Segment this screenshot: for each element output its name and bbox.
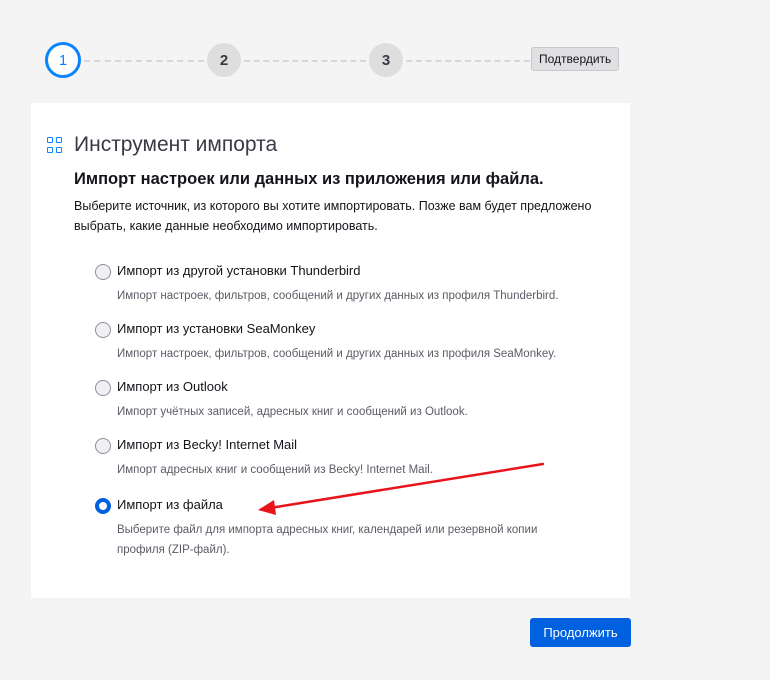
stepper-connector [406, 60, 530, 62]
card-header: Инструмент импорта [47, 133, 277, 157]
option-label: Импорт из Becky! Internet Mail [117, 437, 298, 452]
radio-outlook[interactable] [95, 380, 111, 396]
option-description: Импорт учётных записей, адресных книг и … [117, 406, 468, 418]
step-3-indicator: 3 [369, 43, 403, 77]
page-title: Инструмент импорта [74, 133, 278, 156]
option-label: Импорт из другой установки Thunderbird [117, 263, 361, 278]
option-description: Импорт настроек, фильтров, сообщений и д… [117, 348, 557, 360]
section-heading: Импорт настроек или данных из приложения… [74, 170, 544, 188]
radio-becky[interactable] [95, 438, 111, 454]
option-label: Импорт из Outlook [117, 379, 228, 394]
option-label: Импорт из установки SeaMonkey [117, 321, 316, 336]
stepper-connector [84, 60, 204, 62]
option-description: Импорт адресных книг и сообщений из Beck… [117, 464, 433, 476]
section-description: Выберите источник, из которого вы хотите… [74, 199, 592, 233]
confirm-step-button[interactable]: Подтвердить [531, 47, 620, 71]
radio-thunderbird[interactable] [95, 264, 111, 280]
apps-grid-icon [47, 137, 63, 153]
import-stepper: 1 2 3 Подтвердить [0, 0, 770, 110]
option-description: Импорт настроек, фильтров, сообщений и д… [117, 290, 559, 302]
option-description: Выберите файл для импорта адресных книг,… [117, 524, 538, 556]
import-tool-card: Инструмент импорта Импорт настроек или д… [31, 103, 630, 598]
radio-seamonkey[interactable] [95, 322, 111, 338]
option-label: Импорт из файла [117, 497, 223, 512]
step-1-indicator: 1 [45, 42, 81, 78]
continue-button[interactable]: Продолжить [530, 618, 631, 647]
step-2-indicator: 2 [207, 43, 241, 77]
stepper-connector [244, 60, 366, 62]
radio-file[interactable] [95, 498, 111, 514]
